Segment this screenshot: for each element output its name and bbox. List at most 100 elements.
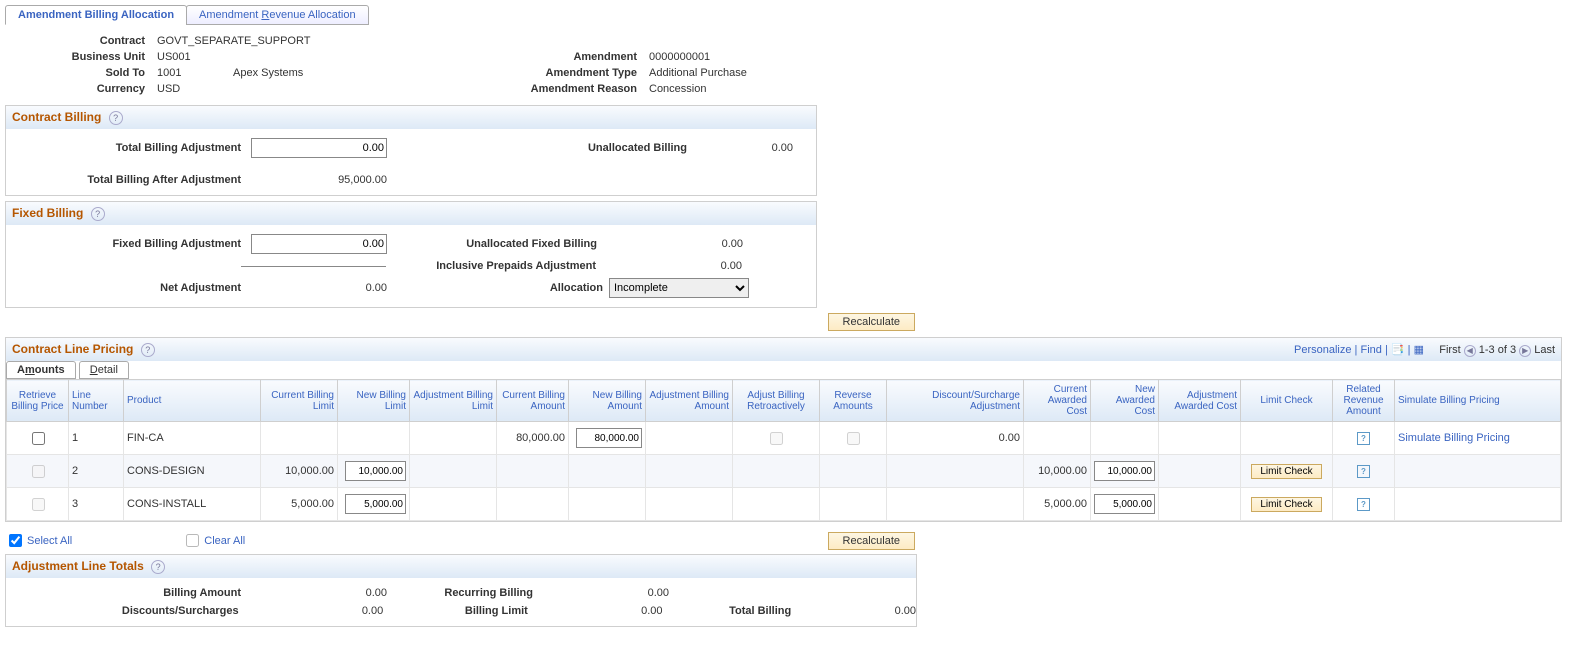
- related-revenue-icon[interactable]: ?: [1357, 498, 1370, 511]
- tab-billing-allocation[interactable]: Amendment Billing Allocation: [5, 5, 187, 25]
- contract-line-pricing-section: Contract Line Pricing ? Personalize | Fi…: [5, 337, 1562, 522]
- inner-tab-amounts[interactable]: Amounts: [6, 361, 76, 379]
- amendment-reason-label: Amendment Reason: [457, 83, 643, 95]
- personalize-link[interactable]: Personalize: [1294, 344, 1351, 356]
- dsa: 0.00: [887, 422, 1024, 455]
- discounts-surcharges-value: 0.00: [245, 605, 390, 617]
- total-billing-after-label: Total Billing After Adjustment: [6, 174, 247, 186]
- line-number: 3: [69, 488, 124, 521]
- inclusive-prepaids-value: 0.00: [602, 260, 742, 272]
- col-retrieve: Retrieve Billing Price: [7, 380, 69, 422]
- clear-all-link[interactable]: Clear All: [204, 535, 245, 547]
- header-info: Contract GOVT_SEPARATE_SUPPORT Business …: [5, 35, 815, 95]
- unallocated-billing-label: Unallocated Billing: [387, 142, 693, 154]
- discounts-surcharges-label: Discounts/Surcharges: [6, 605, 245, 617]
- tab-revenue-allocation[interactable]: Amendment Revenue Allocation: [186, 5, 369, 25]
- related-revenue-icon[interactable]: ?: [1357, 465, 1370, 478]
- pricing-table: Retrieve Billing Price Line Number Produ…: [6, 379, 1561, 521]
- col-simulate: Simulate Billing Pricing: [1395, 380, 1561, 422]
- clear-all-checkbox[interactable]: [186, 534, 199, 547]
- help-icon[interactable]: ?: [91, 207, 105, 221]
- col-product: Product: [124, 380, 261, 422]
- total-billing-adjustment-input[interactable]: [251, 138, 387, 158]
- reverse-checkbox: [847, 432, 860, 445]
- retrieve-checkbox: [32, 498, 45, 511]
- recurring-billing-value: 0.00: [539, 587, 669, 599]
- product: CONS-INSTALL: [124, 488, 261, 521]
- unallocated-billing-value: 0.00: [693, 142, 793, 154]
- limit-check-button[interactable]: Limit Check: [1251, 497, 1321, 512]
- cbl: 10,000.00: [261, 455, 338, 488]
- currency-label: Currency: [5, 83, 151, 95]
- related-revenue-icon[interactable]: ?: [1357, 432, 1370, 445]
- billing-amount-value: 0.00: [247, 587, 393, 599]
- retrieve-checkbox[interactable]: [32, 432, 45, 445]
- cac: 5,000.00: [1024, 488, 1091, 521]
- col-abl: Adjustment Billing Limit: [410, 380, 497, 422]
- last-label: Last: [1534, 344, 1555, 356]
- recurring-billing-label: Recurring Billing: [393, 587, 539, 599]
- fixed-billing-title: Fixed Billing: [12, 206, 83, 220]
- allocation-label: Allocation: [393, 282, 609, 294]
- cbl: 5,000.00: [261, 488, 338, 521]
- first-label: First: [1439, 344, 1460, 356]
- limit-check-button[interactable]: Limit Check: [1251, 464, 1321, 479]
- new-awarded-cost-input[interactable]: [1094, 461, 1155, 481]
- net-adjustment-value: 0.00: [247, 282, 393, 294]
- col-line: Line Number: [69, 380, 124, 422]
- select-all-checkbox[interactable]: [9, 534, 22, 547]
- amendment-type-value: Additional Purchase: [643, 67, 747, 79]
- new-billing-limit-input[interactable]: [345, 461, 406, 481]
- cbl: [261, 422, 338, 455]
- cac: 10,000.00: [1024, 455, 1091, 488]
- help-icon[interactable]: ?: [141, 343, 155, 357]
- grid-icon[interactable]: ▦: [1414, 344, 1424, 356]
- tabs-container: Amendment Billing Allocation Amendment R…: [5, 5, 1578, 25]
- range-label: 1-3 of 3: [1479, 344, 1516, 356]
- find-link[interactable]: Find: [1360, 344, 1381, 356]
- adjustment-line-totals-title: Adjustment Line Totals: [12, 559, 144, 573]
- line-number: 2: [69, 455, 124, 488]
- col-adjretro: Adjust Billing Retroactively: [733, 380, 820, 422]
- col-cbl: Current Billing Limit: [261, 380, 338, 422]
- sold-to-value: 1001: [151, 67, 227, 79]
- next-icon[interactable]: ▶: [1519, 345, 1531, 357]
- bu-label: Business Unit: [5, 51, 151, 63]
- fixed-billing-adjustment-label: Fixed Billing Adjustment: [6, 238, 247, 250]
- net-adjustment-label: Net Adjustment: [6, 282, 247, 294]
- prev-icon[interactable]: ◀: [1464, 345, 1476, 357]
- total-billing-adjustment-label: Total Billing Adjustment: [6, 142, 247, 154]
- amendment-reason-value: Concession: [643, 83, 706, 95]
- adjust-retro-checkbox: [770, 432, 783, 445]
- recalculate-button[interactable]: Recalculate: [828, 313, 915, 331]
- zoom-icon[interactable]: 📑: [1391, 344, 1405, 356]
- retrieve-checkbox: [32, 465, 45, 478]
- col-limit: Limit Check: [1241, 380, 1333, 422]
- table-row: 1 FIN-CA 80,000.00 0.00 ? Simulate Billi…: [7, 422, 1561, 455]
- fixed-billing-adjustment-input[interactable]: [251, 234, 387, 254]
- col-dsa: Discount/Surcharge Adjustment: [887, 380, 1024, 422]
- unallocated-fixed-billing-value: 0.00: [603, 238, 743, 250]
- contract-billing-title: Contract Billing: [12, 110, 101, 124]
- help-icon[interactable]: ?: [109, 111, 123, 125]
- adjustment-line-totals-section: Adjustment Line Totals ? Billing Amount …: [5, 554, 917, 627]
- billing-amount-label: Billing Amount: [6, 587, 247, 599]
- contract-billing-section: Contract Billing ? Total Billing Adjustm…: [5, 105, 817, 196]
- col-aac: Adjustment Awarded Cost: [1159, 380, 1241, 422]
- simulate-link[interactable]: Simulate Billing Pricing: [1398, 432, 1510, 444]
- total-billing-label: Total Billing: [663, 605, 798, 617]
- allocation-select[interactable]: Incomplete: [609, 278, 749, 298]
- new-billing-amount-input[interactable]: [576, 428, 642, 448]
- fixed-billing-section: Fixed Billing ? Fixed Billing Adjustment…: [5, 201, 817, 308]
- new-awarded-cost-input[interactable]: [1094, 494, 1155, 514]
- sold-to-name: Apex Systems: [227, 67, 457, 79]
- recalculate-button-2[interactable]: Recalculate: [828, 532, 915, 550]
- help-icon[interactable]: ?: [151, 560, 165, 574]
- line-number: 1: [69, 422, 124, 455]
- product: CONS-DESIGN: [124, 455, 261, 488]
- inner-tab-detail[interactable]: Detail: [79, 361, 129, 379]
- cba: 80,000.00: [497, 422, 569, 455]
- new-billing-limit-input[interactable]: [345, 494, 406, 514]
- col-nac: New Awarded Cost: [1091, 380, 1159, 422]
- select-all-link[interactable]: Select All: [27, 535, 72, 547]
